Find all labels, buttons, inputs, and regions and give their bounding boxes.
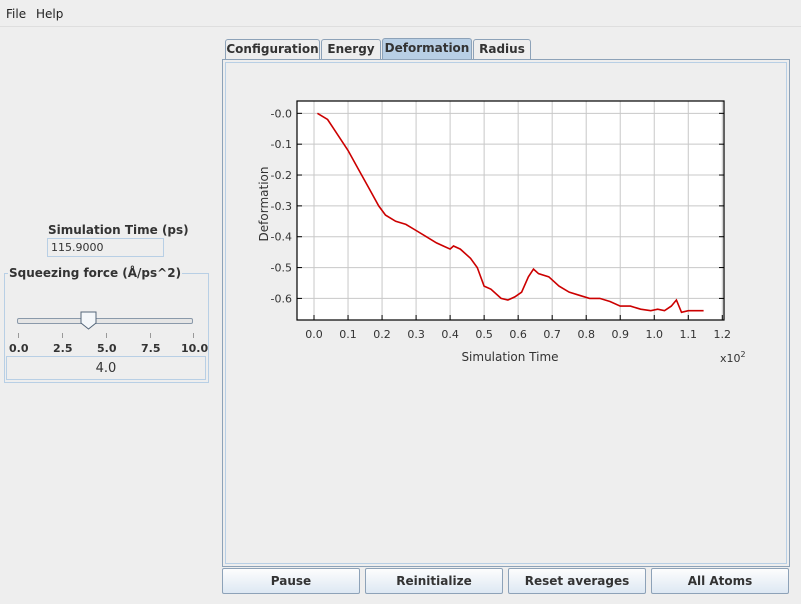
x-tick-label: 1.0 <box>646 328 664 341</box>
menu-bar: File Help <box>0 0 801 27</box>
x-tick-labels: 0.0 0.1 0.2 0.3 0.4 0.5 0.6 0.7 0.8 0.9 1.0 1.1 1.2 <box>305 328 731 341</box>
slider-tick <box>62 333 63 338</box>
slider-tick <box>150 333 151 338</box>
x-axis-label: Simulation Time <box>461 350 558 364</box>
sim-time-field: 115.9000 <box>47 238 164 257</box>
slider-tick-label: 7.5 <box>141 342 161 355</box>
slider-tick-label: 0.0 <box>9 342 29 355</box>
y-tick-label: -0.0 <box>271 107 292 120</box>
menu-help[interactable]: Help <box>36 7 63 21</box>
deformation-chart: 0.0 0.1 0.2 0.3 0.4 0.5 0.6 0.7 0.8 0.9 1.0 1.1 1.2 … <box>257 100 746 365</box>
x-tick-label: 0.5 <box>475 328 493 341</box>
tab-configuration[interactable]: Configuration <box>225 39 320 59</box>
x-tick-label: 1.2 <box>714 328 732 341</box>
x-tick-label: 1.1 <box>680 328 698 341</box>
y-tick-label: -0.3 <box>271 200 292 213</box>
slider-tick-label: 5.0 <box>97 342 117 355</box>
x-tick-label: 0.0 <box>305 328 323 341</box>
x-tick-label: 0.8 <box>577 328 595 341</box>
pause-button[interactable]: Pause <box>222 568 360 594</box>
reset-averages-button[interactable]: Reset averages <box>508 568 646 594</box>
slider-tick <box>106 333 107 338</box>
x-tick-label: 0.7 <box>543 328 561 341</box>
sim-time-label: Simulation Time (ps) <box>48 223 189 237</box>
menu-file[interactable]: File <box>6 7 26 21</box>
slider-tick-label: 10.0 <box>181 342 209 355</box>
x-multiplier-label: x102 <box>720 350 746 365</box>
x-tick-label: 0.3 <box>407 328 425 341</box>
tab-radius[interactable]: Radius <box>473 39 531 59</box>
tab-deformation[interactable]: Deformation <box>382 38 472 59</box>
y-tick-label: -0.1 <box>271 138 292 151</box>
x-tick-label: 0.2 <box>373 328 391 341</box>
slider-tick-label: 2.5 <box>53 342 73 355</box>
y-tick-label: -0.5 <box>271 262 292 275</box>
tab-energy[interactable]: Energy <box>321 39 381 59</box>
all-atoms-button[interactable]: All Atoms <box>651 568 789 594</box>
slider-tick <box>193 333 194 338</box>
y-tick-label: -0.6 <box>271 292 292 305</box>
x-tick-label: 0.4 <box>441 328 459 341</box>
reinitialize-button[interactable]: Reinitialize <box>365 568 503 594</box>
x-tick-label: 0.1 <box>339 328 357 341</box>
force-slider-thumb[interactable] <box>80 311 97 330</box>
x-tick-label: 0.6 <box>509 328 527 341</box>
plot-area <box>297 101 724 320</box>
slider-tick <box>18 333 19 338</box>
force-title: Squeezing force (Å/ps^2) <box>8 266 183 280</box>
y-tick-label: -0.4 <box>271 231 292 244</box>
force-value-field[interactable]: 4.0 <box>6 356 206 380</box>
x-tick-label: 0.9 <box>611 328 629 341</box>
y-tick-labels: -0.0 -0.1 -0.2 -0.3 -0.4 -0.5 -0.6 <box>271 107 292 305</box>
y-tick-label: -0.2 <box>271 169 292 182</box>
y-axis-label: Deformation <box>257 167 271 242</box>
force-slider[interactable] <box>17 318 193 324</box>
